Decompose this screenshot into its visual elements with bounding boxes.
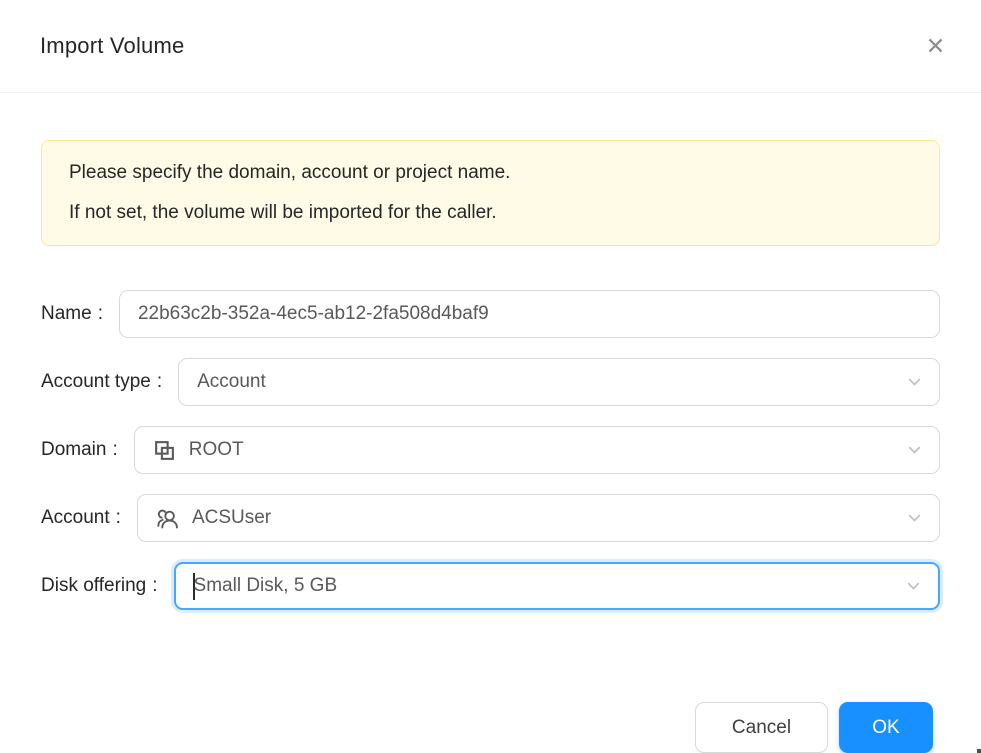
label-colon: : — [152, 575, 157, 597]
form-row-disk-offering: Disk offering: Small Disk, 5 GB — [41, 562, 940, 610]
account-select[interactable]: ACSUser — [137, 494, 940, 542]
chevron-down-icon — [905, 373, 924, 392]
label-colon: : — [98, 303, 103, 325]
chevron-down-icon — [905, 441, 924, 460]
account-label: Account: — [41, 507, 137, 529]
account-type-select[interactable]: Account — [178, 358, 940, 406]
domain-label-text: Domain — [41, 439, 106, 461]
alert-line-1: Please specify the domain, account or pr… — [69, 153, 912, 193]
account-type-value: Account — [197, 371, 266, 393]
alert-line-2: If not set, the volume will be imported … — [69, 193, 912, 233]
form-row-account-type: Account type: Account — [41, 358, 940, 406]
account-type-label: Account type: — [41, 371, 178, 393]
account-type-label-text: Account type — [41, 371, 151, 393]
chevron-down-icon — [905, 509, 924, 528]
label-colon: : — [112, 439, 117, 461]
ok-button[interactable]: OK — [839, 702, 933, 753]
cancel-button[interactable]: Cancel — [695, 702, 828, 753]
block-icon — [153, 439, 176, 462]
domain-select[interactable]: ROOT — [134, 426, 940, 474]
name-label-text: Name — [41, 303, 92, 325]
form-row-name: Name: — [41, 290, 940, 338]
domain-value: ROOT — [189, 439, 244, 461]
label-colon: : — [157, 371, 162, 393]
close-button[interactable] — [916, 26, 954, 64]
account-label-text: Account — [41, 507, 110, 529]
chevron-down-icon — [904, 577, 923, 596]
page-corner-artifact — [977, 749, 981, 753]
modal-header: Import Volume — [0, 0, 981, 93]
domain-label: Domain: — [41, 439, 134, 461]
form-row-account: Account: ACSUser — [41, 494, 940, 542]
disk-offering-value: Small Disk, 5 GB — [194, 575, 338, 597]
team-icon — [156, 507, 179, 530]
modal-title: Import Volume — [40, 33, 184, 59]
close-icon — [923, 33, 948, 58]
modal-footer: Cancel OK — [0, 657, 981, 753]
modal-body: Please specify the domain, account or pr… — [0, 93, 981, 657]
account-value: ACSUser — [192, 507, 271, 529]
form-row-domain: Domain: ROOT — [41, 426, 940, 474]
name-label: Name: — [41, 303, 119, 325]
disk-offering-label: Disk offering: — [41, 575, 174, 597]
disk-offering-select[interactable]: Small Disk, 5 GB — [174, 562, 940, 610]
label-colon: : — [116, 507, 121, 529]
name-input[interactable] — [119, 290, 940, 338]
warning-alert: Please specify the domain, account or pr… — [41, 140, 940, 246]
import-volume-modal: Import Volume Please specify the domain,… — [0, 0, 981, 753]
disk-offering-label-text: Disk offering — [41, 575, 146, 597]
